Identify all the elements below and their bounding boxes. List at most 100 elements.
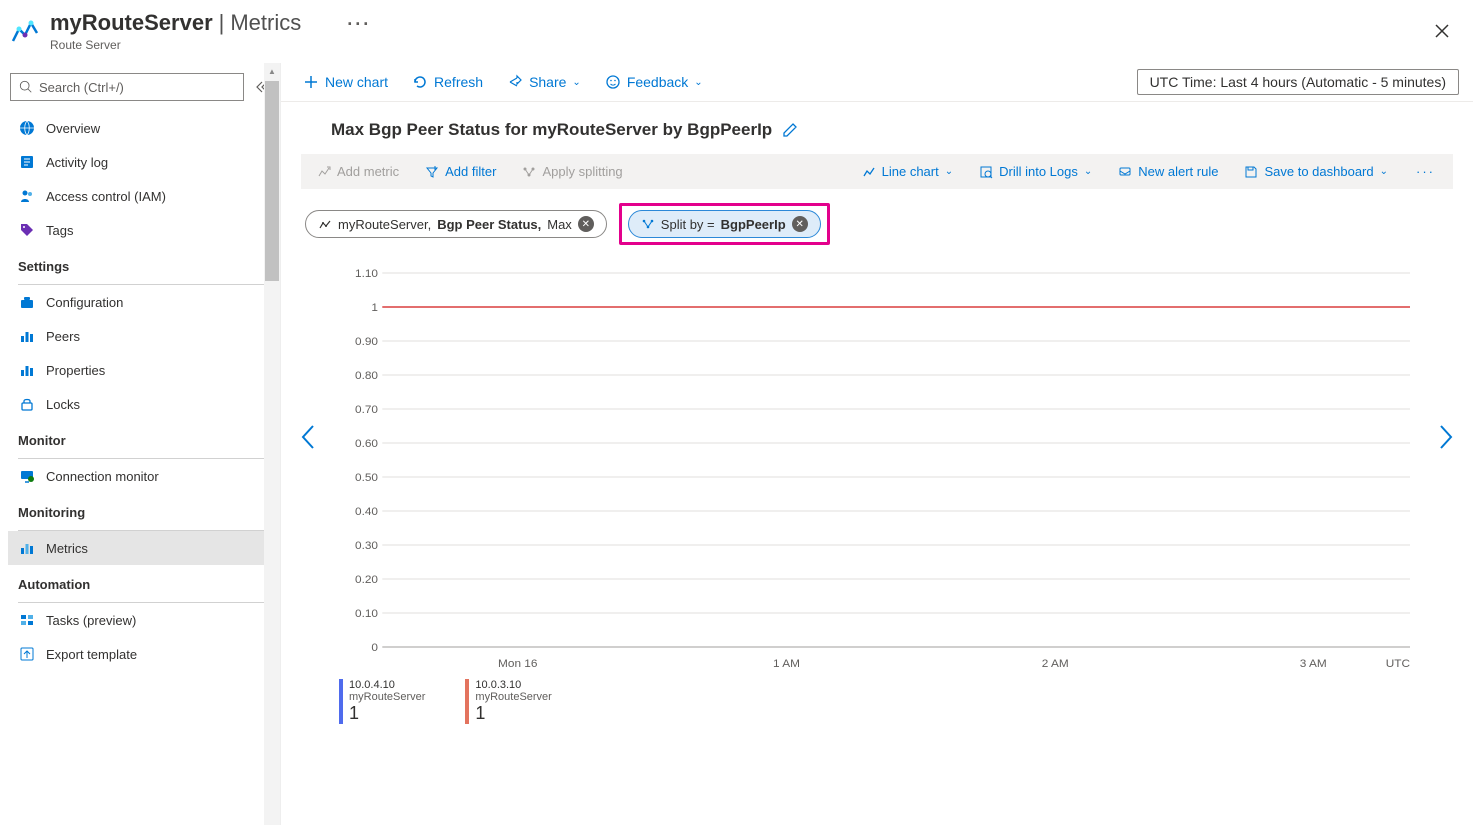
chevron-down-icon: ⌄	[1084, 166, 1092, 177]
sidebar-item-metrics[interactable]: Metrics	[8, 531, 280, 565]
sidebar-item-locks[interactable]: Locks	[8, 387, 280, 421]
sidebar-label: Export template	[46, 647, 137, 662]
split-prefix: Split by =	[661, 217, 715, 232]
toolbox-icon	[18, 293, 36, 311]
sidebar-label: Activity log	[46, 155, 108, 170]
split-pill-icon	[641, 217, 655, 231]
add-metric-button[interactable]: Add metric	[311, 160, 405, 183]
globe-icon	[18, 119, 36, 137]
sidebar-section-monitoring: Monitoring	[8, 493, 280, 526]
legend-series-resource: myRouteServer	[349, 691, 425, 703]
metric-pill[interactable]: myRouteServer, Bgp Peer Status, Max ✕	[305, 210, 607, 238]
ytick: 0.70	[355, 404, 378, 416]
xtick: 3 AM	[1300, 658, 1327, 670]
share-label: Share	[529, 74, 566, 90]
sidebar-item-tasks[interactable]: Tasks (preview)	[8, 603, 280, 637]
chevron-down-icon: ⌄	[945, 166, 953, 177]
chart-type-label: Line chart	[882, 164, 939, 179]
chevron-down-icon: ⌄	[1380, 166, 1388, 177]
people-icon	[18, 187, 36, 205]
header-more-button[interactable]: ···	[347, 14, 371, 35]
legend-series-value: 1	[349, 703, 425, 724]
page-title: myRouteServer | Metrics ···	[50, 10, 371, 36]
toolbar: New chart Refresh Share ⌄ Feedback ⌄ UTC…	[281, 63, 1473, 102]
feedback-button[interactable]: Feedback ⌄	[597, 70, 711, 94]
ytick: 0.80	[355, 370, 378, 382]
search-icon	[19, 80, 33, 94]
sidebar-section-settings: Settings	[8, 247, 280, 280]
ytick: 1	[371, 302, 378, 314]
sidebar-item-configuration[interactable]: Configuration	[8, 285, 280, 319]
time-range-button[interactable]: UTC Time: Last 4 hours (Automatic - 5 mi…	[1137, 69, 1459, 95]
main-content: New chart Refresh Share ⌄ Feedback ⌄ UTC…	[280, 63, 1473, 825]
chart-type-button[interactable]: Line chart ⌄	[856, 160, 959, 183]
refresh-button[interactable]: Refresh	[404, 70, 491, 94]
sidebar-item-properties[interactable]: Properties	[8, 353, 280, 387]
sidebar-item-connection-monitor[interactable]: Connection monitor	[8, 459, 280, 493]
chevron-down-icon: ⌄	[694, 77, 702, 88]
resource-icon	[6, 12, 44, 50]
xtick: 2 AM	[1042, 658, 1069, 670]
scrollbar-up-icon[interactable]: ▲	[268, 63, 276, 79]
remove-split-button[interactable]: ✕	[792, 216, 808, 232]
chart-area: Max Bgp Peer Status for myRouteServer by…	[281, 102, 1473, 825]
plus-icon	[303, 74, 319, 90]
sidebar-item-access-control[interactable]: Access control (IAM)	[8, 179, 280, 213]
apply-splitting-button[interactable]: Apply splitting	[516, 160, 628, 183]
refresh-icon	[412, 74, 428, 90]
line-chart: 1.10 1 0.90 0.80 0.70 0.60 0.50 0.40 0.3…	[335, 263, 1453, 673]
save-dashboard-button[interactable]: Save to dashboard ⌄	[1238, 160, 1394, 183]
legend-series-resource: myRouteServer	[475, 691, 551, 703]
ytick: 0.90	[355, 336, 378, 348]
sidebar-item-activity-log[interactable]: Activity log	[8, 145, 280, 179]
scrollbar[interactable]: ▲	[264, 63, 280, 825]
add-filter-label: Add filter	[445, 164, 496, 179]
sidebar-label: Peers	[46, 329, 80, 344]
search-input[interactable]: Search (Ctrl+/)	[10, 73, 244, 101]
sidebar-label: Tags	[46, 223, 73, 238]
ytick: 0.40	[355, 506, 378, 518]
sidebar-item-tags[interactable]: Tags	[8, 213, 280, 247]
new-chart-button[interactable]: New chart	[295, 70, 396, 94]
split-pill[interactable]: Split by = BgpPeerIp ✕	[628, 210, 821, 238]
drill-icon	[979, 165, 993, 179]
apply-splitting-label: Apply splitting	[542, 164, 622, 179]
alert-icon	[1118, 165, 1132, 179]
metric-pill-metric: Bgp Peer Status,	[437, 217, 541, 232]
sidebar-item-overview[interactable]: Overview	[8, 111, 280, 145]
tag-icon	[18, 221, 36, 239]
share-button[interactable]: Share ⌄	[499, 70, 589, 94]
sidebar-section-monitor: Monitor	[8, 421, 280, 454]
new-alert-button[interactable]: New alert rule	[1112, 160, 1224, 183]
chart-more-button[interactable]: ···	[1408, 160, 1443, 183]
refresh-label: Refresh	[434, 74, 483, 90]
sidebar-item-peers[interactable]: Peers	[8, 319, 280, 353]
legend-item[interactable]: 10.0.4.10 myRouteServer 1	[339, 679, 425, 724]
drill-logs-button[interactable]: Drill into Logs ⌄	[973, 160, 1098, 183]
edit-title-button[interactable]	[782, 122, 798, 138]
split-value: BgpPeerIp	[721, 217, 786, 232]
ytick: 0.60	[355, 438, 378, 450]
export-icon	[18, 645, 36, 663]
bars-icon	[18, 327, 36, 345]
scrollbar-thumb[interactable]	[265, 81, 279, 281]
tasks-icon	[18, 611, 36, 629]
metric-pill-resource: myRouteServer,	[338, 217, 431, 232]
title-resource: myRouteServer	[50, 10, 213, 36]
remove-metric-button[interactable]: ✕	[578, 216, 594, 232]
search-placeholder: Search (Ctrl+/)	[39, 80, 124, 95]
prev-chart-button[interactable]	[299, 422, 317, 452]
legend-series-value: 1	[475, 703, 551, 724]
ytick: 0.10	[355, 608, 378, 620]
close-button[interactable]	[1427, 20, 1457, 42]
sidebar-label: Tasks (preview)	[46, 613, 136, 628]
bars-icon	[18, 361, 36, 379]
title-section: Metrics	[230, 10, 301, 36]
legend-item[interactable]: 10.0.3.10 myRouteServer 1	[465, 679, 551, 724]
lock-icon	[18, 395, 36, 413]
title-sep: |	[219, 10, 225, 36]
add-filter-button[interactable]: Add filter	[419, 160, 502, 183]
sidebar-label: Configuration	[46, 295, 123, 310]
sidebar-item-export-template[interactable]: Export template	[8, 637, 280, 671]
metric-pill-icon	[318, 217, 332, 231]
